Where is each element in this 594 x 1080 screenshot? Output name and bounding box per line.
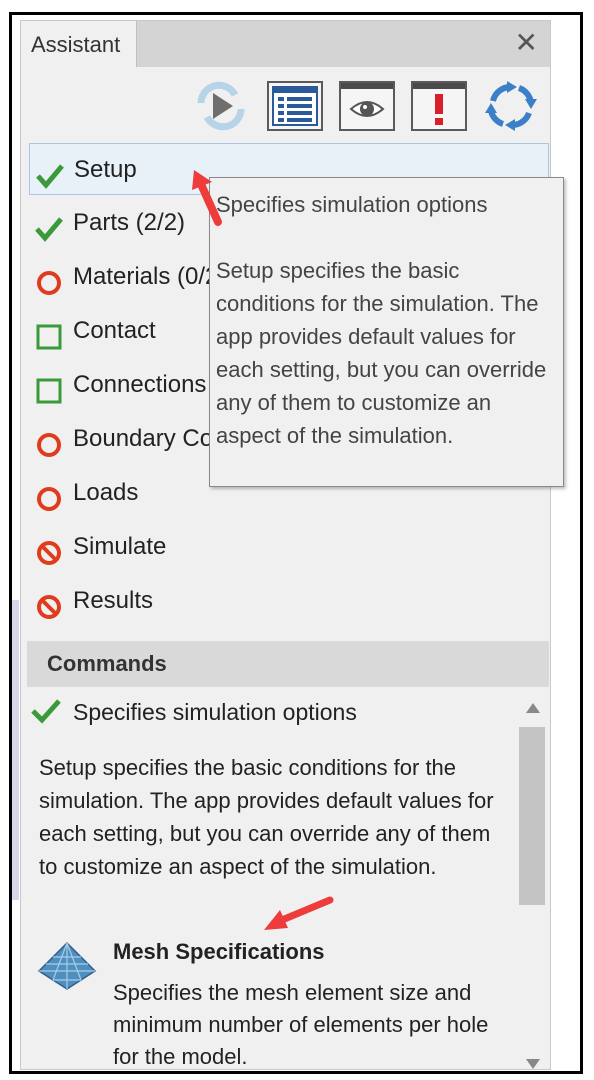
alert-icon[interactable]: [411, 81, 467, 131]
tooltip-title: Specifies simulation options: [216, 192, 488, 217]
incomplete-ring-icon: [35, 264, 63, 295]
step-label: Materials (0/2: [73, 263, 219, 290]
mesh-specifications-title[interactable]: Mesh Specifications: [113, 939, 325, 965]
annotation-arrow: [192, 170, 222, 226]
tab-bar: Assistant ✕: [21, 21, 550, 67]
blocked-icon: [35, 534, 63, 565]
scroll-down-icon[interactable]: [525, 1057, 541, 1069]
step-results[interactable]: Results: [29, 575, 549, 627]
tab-assistant[interactable]: Assistant: [21, 21, 137, 67]
incomplete-ring-icon: [35, 426, 63, 457]
update-simulation-icon[interactable]: [193, 81, 249, 131]
background-strip: [12, 600, 19, 900]
mesh-specifications-description: Specifies the mesh element size and mini…: [113, 980, 489, 1069]
scroll-up-icon[interactable]: [525, 701, 541, 713]
step-label: Boundary Con: [73, 425, 227, 452]
sync-icon[interactable]: [483, 81, 539, 131]
step-label: Connections: [73, 371, 207, 398]
optional-square-icon: [35, 372, 63, 404]
annotation-arrow: [264, 896, 334, 930]
step-label: Simulate: [73, 533, 167, 560]
step-simulate[interactable]: Simulate: [29, 521, 549, 573]
blocked-icon: [35, 588, 63, 619]
check-icon: [35, 210, 63, 242]
check-icon: [31, 697, 61, 725]
list-view-icon[interactable]: [267, 81, 323, 131]
optional-square-icon: [35, 318, 63, 350]
step-label: Loads: [73, 479, 139, 506]
view-icon[interactable]: [339, 81, 395, 131]
check-icon: [36, 157, 64, 189]
close-icon[interactable]: ✕: [515, 29, 538, 57]
mesh-pyramid-icon[interactable]: [37, 941, 97, 991]
incomplete-ring-icon: [35, 480, 63, 511]
step-label: Setup: [74, 156, 137, 183]
step-label: Parts (2/2): [73, 209, 186, 236]
command-title: Specifies simulation options: [73, 699, 357, 725]
step-label: Results: [73, 587, 154, 614]
scrollbar-thumb[interactable]: [519, 727, 545, 905]
command-description: Setup specifies the basic conditions for…: [39, 755, 494, 879]
commands-header: Commands: [27, 641, 549, 687]
step-label: Contact: [73, 317, 156, 344]
tooltip-body: Setup specifies the basic conditions for…: [216, 258, 547, 448]
tooltip: Specifies simulation options Setup speci…: [209, 177, 564, 487]
